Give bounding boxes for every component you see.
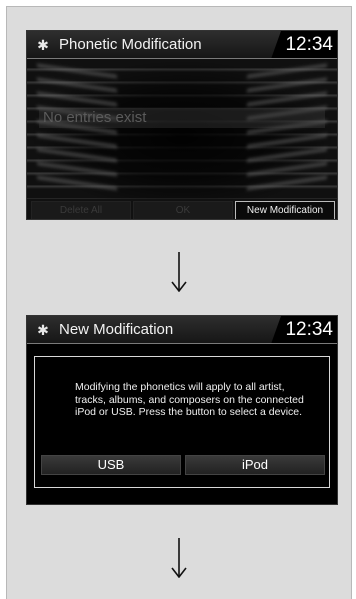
title-divider: [27, 343, 337, 344]
screen-title: Phonetic Modification: [59, 36, 202, 53]
empty-message: No entries exist: [43, 109, 147, 126]
down-arrow-icon: [171, 252, 187, 292]
usb-button[interactable]: USB: [41, 455, 181, 475]
device-select-dialog: Modifying the phonetics will apply to al…: [34, 356, 330, 488]
ipod-button[interactable]: iPod: [185, 455, 325, 475]
gear-icon: ✱: [37, 37, 49, 53]
down-arrow-icon: [171, 538, 187, 578]
phonetic-modification-screen: ✱ Phonetic Modification 12:34 No entries…: [26, 30, 338, 220]
empty-list-row: No entries exist: [39, 108, 325, 128]
clock: 12:34: [285, 319, 333, 340]
clock: 12:34: [285, 34, 333, 55]
delete-all-button[interactable]: Delete All: [31, 201, 131, 219]
background-graphic: [27, 59, 337, 199]
screen-title: New Modification: [59, 321, 174, 338]
clock-tab: 12:34: [271, 31, 337, 59]
dialog-message: Modifying the phonetics will apply to al…: [75, 381, 304, 418]
softkey-bar: Delete All OK New Modification: [27, 199, 337, 219]
new-modification-screen: ✱ New Modification 12:34 Modifying the p…: [26, 315, 338, 505]
ok-button[interactable]: OK: [133, 201, 233, 219]
new-modification-button[interactable]: New Modification: [235, 201, 335, 219]
clock-tab: 12:34: [271, 316, 337, 344]
gear-icon: ✱: [37, 322, 49, 338]
